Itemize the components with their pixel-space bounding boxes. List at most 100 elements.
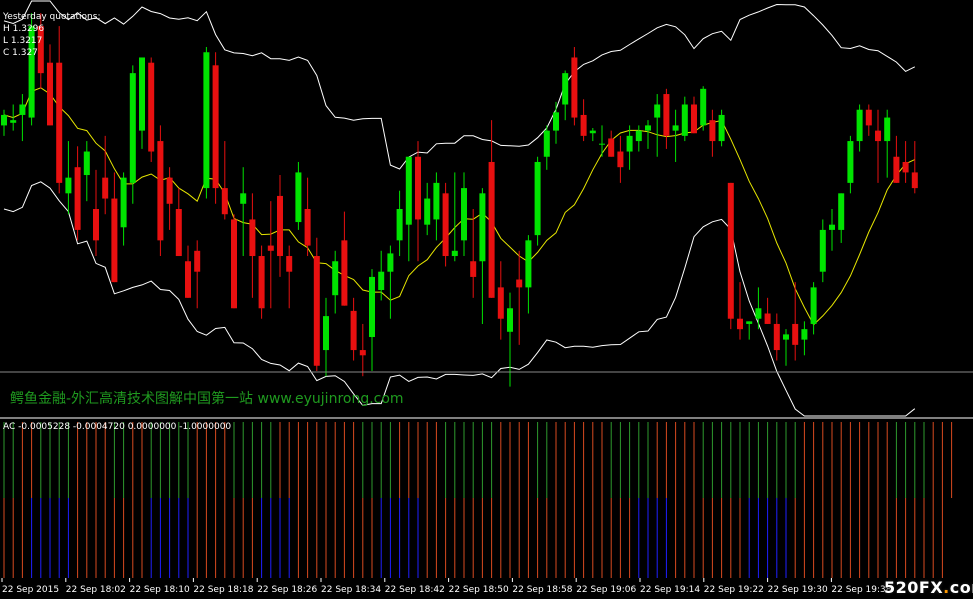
candle-bull [424, 198, 431, 225]
candle-bear [359, 350, 366, 356]
time-tick-label: 22 Sep 19:06 [576, 585, 636, 595]
candle-bear [663, 94, 670, 136]
candle-bear [74, 167, 81, 230]
candle-bull [783, 334, 789, 340]
price-chart-canvas[interactable]: 22 Sep 2015 22 Sep 18:02 22 Sep 18:10 22 Se… [0, 0, 973, 599]
candle-bull [810, 287, 817, 324]
candle-bull [203, 52, 210, 189]
candle-bull [19, 104, 26, 115]
candle-bull [718, 114, 725, 142]
logo-main: 520FX [884, 578, 944, 597]
candle-bear [488, 161, 495, 298]
candle-bear [249, 219, 256, 257]
candle-bear [893, 156, 900, 183]
candle-bull [645, 125, 651, 131]
candle-bull [461, 188, 467, 241]
candle-bear [902, 161, 909, 173]
candle-bull [433, 182, 440, 220]
candle-bear [773, 323, 780, 351]
candle-bull [451, 250, 458, 257]
candle-bull [884, 117, 891, 142]
candle-bull [65, 177, 72, 194]
candle-bull [599, 143, 605, 145]
candle-bear [148, 62, 155, 152]
candle-bull [10, 120, 17, 123]
candle-bear [185, 261, 191, 298]
candle-bear [415, 156, 421, 220]
candle-bull [479, 193, 486, 262]
time-tick-label: 22 Sep 18:34 [321, 585, 381, 595]
time-tick-label: 22 Sep 19:30 [768, 585, 828, 595]
candle-bear [737, 318, 743, 330]
candle-bull [672, 125, 679, 131]
candle-bear [709, 120, 716, 142]
quotation-low: L 1.3217 [3, 36, 43, 46]
chart-window[interactable]: 22 Sep 2015 22 Sep 18:02 22 Sep 18:10 22 Se… [0, 0, 973, 599]
lower-band-line [3, 181, 916, 417]
time-tick-label: 22 Sep 19:14 [640, 585, 700, 595]
candle-bull [295, 172, 302, 223]
candle-bear [764, 313, 771, 324]
candle-bull [654, 104, 661, 118]
candle-bear [304, 209, 311, 246]
candle-bear [56, 62, 63, 183]
candle-bear [166, 177, 173, 204]
quotation-high: H 1.3296 [3, 24, 45, 34]
candle-bull [378, 271, 385, 290]
candlesticks [1, 13, 918, 387]
candle-bull [746, 321, 753, 324]
candle-bear [442, 193, 449, 257]
quotations-title: Yesterday quotations: [3, 12, 101, 22]
candle-bear [350, 310, 357, 351]
candle-bull [626, 135, 633, 152]
candle-bear [516, 279, 523, 288]
time-tick-label: 22 Sep 18:50 [449, 585, 509, 595]
time-tick-label: 22 Sep 18:58 [512, 585, 572, 595]
time-tick-label: 22 Sep 2015 [2, 585, 59, 595]
candle-bear [580, 114, 587, 136]
candle-bear [875, 130, 881, 142]
candle-bear [313, 256, 320, 366]
candle-bear [277, 195, 283, 257]
candle-bull [635, 130, 642, 142]
candle-bear [691, 104, 697, 134]
time-tick-label: 22 Sep 18:02 [66, 585, 126, 595]
logo-dot: . [943, 578, 950, 597]
candle-bear [470, 261, 477, 277]
candle-bear [865, 109, 872, 126]
candle-bull [838, 193, 845, 230]
candle-bear [267, 245, 274, 251]
candle-bull [396, 209, 403, 241]
candle-bear [93, 209, 99, 241]
candle-bull [534, 161, 541, 236]
candle-bull [801, 329, 808, 340]
candle-bear [258, 256, 265, 309]
candle-bull [405, 156, 412, 225]
candle-bull [829, 224, 835, 230]
candle-bull [369, 276, 375, 338]
candle-bull [332, 261, 339, 296]
candle-bull [589, 130, 596, 134]
candle-bear [608, 138, 615, 157]
candle-bull [240, 193, 247, 204]
candle-bull [847, 141, 854, 183]
candle-bear [175, 209, 182, 257]
watermark-text: 鳄鱼金融-外汇高清技术图解中国第一站 www.eyujinrong.com [10, 391, 404, 407]
candle-bear [792, 323, 799, 345]
candle-bull [507, 308, 513, 332]
candle-bull [1, 114, 7, 126]
time-tick-label: 22 Sep 18:42 [385, 585, 445, 595]
time-tick-label: 22 Sep 19:38 [831, 585, 891, 595]
candle-bull [856, 109, 863, 142]
candle-bear [727, 182, 734, 319]
candle-bear [911, 172, 918, 189]
candle-bear [617, 151, 624, 168]
candle-bull [387, 253, 394, 272]
candle-bear [341, 240, 348, 306]
candle-bear [497, 287, 504, 319]
ac-indicator-bars [3, 422, 953, 578]
candle-bull [681, 104, 688, 136]
candle-bull [323, 316, 329, 351]
candle-bear [102, 177, 109, 199]
candle-bull [819, 229, 826, 272]
